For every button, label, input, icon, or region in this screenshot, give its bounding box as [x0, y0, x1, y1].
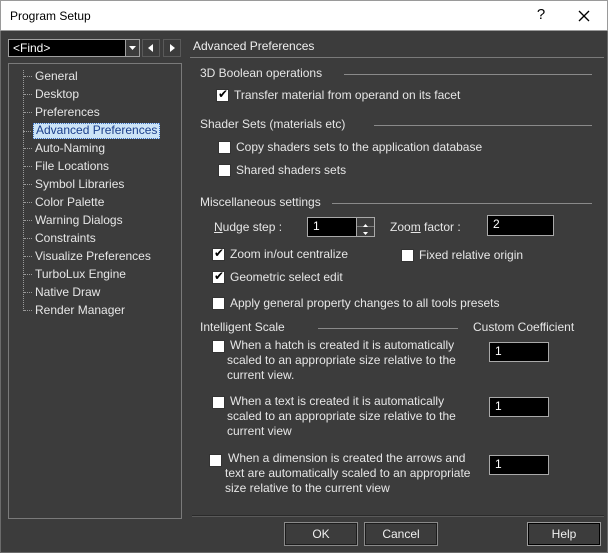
tree-item-general[interactable]: General: [24, 69, 80, 85]
back-button[interactable]: [142, 39, 160, 57]
section-boolean-heading: 3D Boolean operations: [200, 66, 323, 80]
scale-dimension-label: When a dimension is created the arrows a…: [225, 451, 471, 495]
tree-item-desktop[interactable]: Desktop: [24, 87, 81, 103]
text-coefficient-input[interactable]: 1: [489, 397, 549, 417]
section-shader-heading: Shader Sets (materials etc): [200, 117, 346, 131]
scale-hatch-label: When a hatch is created it is automatica…: [227, 338, 456, 382]
scale-text-label: When a text is created it is automatical…: [227, 394, 456, 438]
check-icon: ✔: [214, 269, 225, 283]
divider: [190, 57, 604, 58]
dropdown-arrow[interactable]: [125, 40, 139, 56]
tree-item-advanced-preferences[interactable]: Advanced Preferences: [23, 123, 161, 139]
tree-item-turbolux-engine[interactable]: TurboLux Engine: [24, 267, 128, 283]
tree-item-preferences[interactable]: Preferences: [24, 105, 102, 121]
custom-coefficient-heading: Custom Coefficient: [473, 320, 575, 334]
tree-item-render-manager[interactable]: Render Manager: [24, 303, 127, 319]
zoom-factor-label: Zoom factor :: [390, 220, 461, 234]
tree-item-auto-naming[interactable]: Auto-Naming: [24, 141, 107, 157]
spin-down[interactable]: [357, 227, 374, 241]
chevron-left-icon: [148, 44, 153, 52]
divider: [332, 203, 592, 204]
tree-item-visualize-preferences[interactable]: Visualize Preferences: [24, 249, 153, 265]
chevron-down-icon: [363, 232, 368, 235]
divider: [318, 328, 458, 329]
panel-title: Advanced Preferences: [193, 39, 315, 53]
tree-item-warning-dialogs[interactable]: Warning Dialogs: [24, 213, 125, 229]
tree-item-constraints[interactable]: Constraints: [24, 231, 98, 247]
close-icon: [578, 10, 590, 22]
divider: [374, 125, 592, 126]
ok-button[interactable]: OK: [284, 522, 358, 546]
tree-item-color-palette[interactable]: Color Palette: [24, 195, 106, 211]
chevron-down-icon: [129, 46, 136, 50]
help-button[interactable]: Help: [527, 522, 601, 546]
forward-button[interactable]: [163, 39, 181, 57]
section-scale-heading: Intelligent Scale: [200, 320, 285, 334]
section-misc-heading: Miscellaneous settings: [200, 195, 321, 209]
divider: [192, 515, 604, 517]
cancel-button[interactable]: Cancel: [364, 522, 438, 546]
find-combo[interactable]: <Find>: [8, 39, 140, 57]
divider: [344, 74, 592, 75]
settings-tree[interactable]: General Desktop Preferences Advanced Pre…: [8, 63, 182, 519]
check-icon: ✔: [218, 87, 229, 101]
spin-up[interactable]: [357, 218, 374, 227]
check-icon: ✔: [214, 246, 225, 260]
dimension-coefficient-input[interactable]: 1: [489, 455, 549, 475]
chevron-right-icon: [170, 44, 175, 52]
help-icon[interactable]: ?: [531, 6, 551, 26]
zoom-factor-input[interactable]: 2: [487, 215, 554, 236]
nudge-step-spinner[interactable]: [356, 217, 375, 237]
close-button[interactable]: [571, 5, 597, 27]
nudge-step-label: Nudge step :: [214, 220, 283, 234]
tree-item-native-draw[interactable]: Native Draw: [24, 285, 102, 301]
tree-item-symbol-libraries[interactable]: Symbol Libraries: [24, 177, 126, 193]
tree-item-file-locations[interactable]: File Locations: [24, 159, 111, 175]
title-bar: Program Setup ?: [0, 0, 608, 31]
nudge-step-input[interactable]: 1: [307, 217, 357, 237]
hatch-coefficient-input[interactable]: 1: [489, 342, 549, 362]
window-title: Program Setup: [10, 9, 91, 23]
find-combo-value: <Find>: [13, 41, 51, 55]
